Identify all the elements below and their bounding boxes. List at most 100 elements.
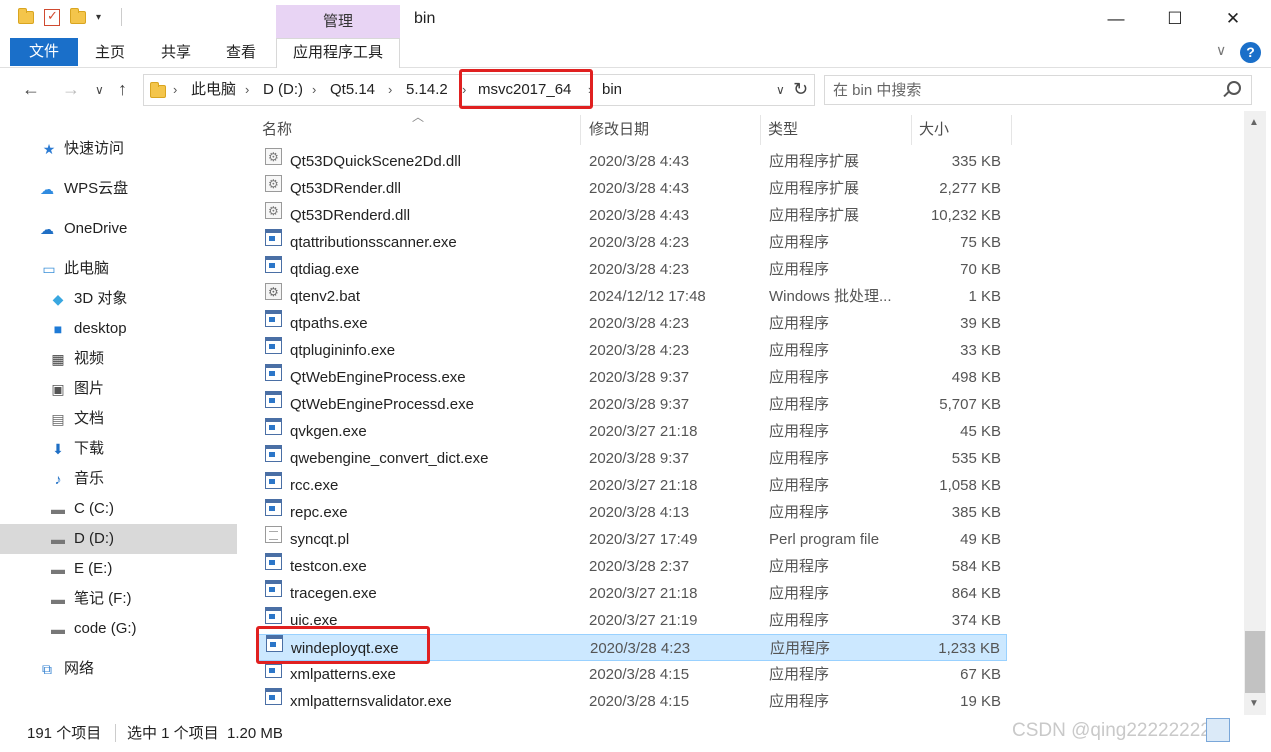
file-row[interactable]: xmlpatterns.exe 2020/3/28 4:15 应用程序 67 KB <box>257 661 1007 688</box>
sidebar-item-downloads[interactable]: ⬇ 下载 <box>0 434 237 464</box>
file-type: 应用程序 <box>769 585 830 602</box>
music-icon: ♪ <box>54 471 62 487</box>
sidebar-item-network[interactable]: ⧉ 网络 <box>0 654 237 684</box>
title-bar: ▾ 管理 bin — ☐ ✕ <box>0 0 1271 38</box>
file-type: 应用程序扩展 <box>769 180 860 197</box>
column-divider[interactable] <box>580 115 581 145</box>
scroll-down-icon[interactable]: ▼ <box>1249 698 1259 709</box>
file-row[interactable]: repc.exe 2020/3/28 4:13 应用程序 385 KB <box>257 499 1007 526</box>
window-title: bin <box>414 10 436 27</box>
column-divider[interactable] <box>1011 115 1012 145</box>
sidebar-item-videos[interactable]: ▦ 视频 <box>0 344 237 374</box>
properties-icon[interactable] <box>44 8 60 26</box>
file-row[interactable]: Qt53DRender.dll 2020/3/28 4:43 应用程序扩展 2,277… <box>257 171 1007 202</box>
file-row[interactable]: qtenv2.bat 2024/12/12 17:48 Windows 批处理...… <box>257 279 1007 310</box>
tab-view[interactable]: 查看 <box>226 38 256 68</box>
file-row[interactable]: Qt53DRenderd.dll 2020/3/28 4:43 应用程序扩展 10,2… <box>257 198 1007 229</box>
column-header-size[interactable]: 大小 <box>919 117 949 143</box>
file-row[interactable]: qtplugininfo.exe 2020/3/28 4:23 应用程序 33 KB <box>257 337 1007 364</box>
file-size: 39 KB <box>960 315 1001 332</box>
sidebar-item-drive-g[interactable]: ▬ code (G:) <box>0 614 237 644</box>
folder-icon[interactable] <box>18 7 34 24</box>
file-row[interactable]: qtpaths.exe 2020/3/28 4:23 应用程序 39 KB <box>257 310 1007 337</box>
file-row[interactable]: qvkgen.exe 2020/3/27 21:18 应用程序 45 KB <box>257 418 1007 445</box>
search-input[interactable] <box>825 76 1205 104</box>
minimize-button[interactable]: — <box>1086 6 1146 32</box>
breadcrumb-separator[interactable]: › <box>388 75 392 105</box>
drive-icon: ▬ <box>51 561 65 577</box>
sidebar-item-drive-e[interactable]: ▬ E (E:) <box>0 554 237 584</box>
sidebar-item-music[interactable]: ♪ 音乐 <box>0 464 237 494</box>
tab-file[interactable]: 文件 <box>10 38 78 66</box>
column-divider[interactable] <box>911 115 912 145</box>
tab-home[interactable]: 主页 <box>95 38 125 68</box>
file-size: 49 KB <box>960 531 1001 548</box>
recent-locations-chevron-icon[interactable]: ∨ <box>95 83 104 97</box>
vertical-scrollbar[interactable]: ▲ ▼ <box>1244 111 1266 715</box>
search-icon[interactable] <box>1227 81 1241 95</box>
breadcrumb-bin[interactable]: bin <box>602 75 622 105</box>
sidebar-item-label: 3D 对象 <box>74 290 128 307</box>
sidebar-item-documents[interactable]: ▤ 文档 <box>0 404 237 434</box>
file-row[interactable]: QtWebEngineProcess.exe 2020/3/28 9:37 应用程序… <box>257 364 1007 391</box>
sidebar-item-this-pc[interactable]: ▭ 此电脑 <box>0 254 237 284</box>
forward-arrow-icon[interactable]: → <box>62 79 80 100</box>
sidebar-item-drive-f[interactable]: ▬ 笔记 (F:) <box>0 584 237 614</box>
breadcrumb-separator[interactable]: › <box>312 75 316 105</box>
column-header-name[interactable]: 名称 <box>262 117 292 143</box>
tab-application-tools[interactable]: 应用程序工具 <box>276 38 400 68</box>
sidebar-item-wps-cloud[interactable]: ☁ WPS云盘 <box>0 174 237 204</box>
file-row[interactable]: syncqt.pl 2020/3/27 17:49 Perl program fil… <box>257 526 1007 553</box>
tab-share[interactable]: 共享 <box>161 38 191 68</box>
customize-toolbar-chevron-icon[interactable]: ▾ <box>96 12 101 23</box>
sidebar-item-quick-access[interactable]: ★ 快速访问 <box>0 134 237 164</box>
file-size: 535 KB <box>951 450 1001 467</box>
exe-file-icon <box>265 607 282 624</box>
file-size: 67 KB <box>960 666 1001 683</box>
sidebar-item-drive-c[interactable]: ▬ C (C:) <box>0 494 237 524</box>
details-view-icon[interactable] <box>1206 718 1230 742</box>
address-history-chevron-icon[interactable]: ∨ <box>776 83 785 97</box>
column-header-type[interactable]: 类型 <box>768 117 798 143</box>
file-row[interactable]: qtattributionsscanner.exe 2020/3/28 4:23 应… <box>257 229 1007 256</box>
file-row[interactable]: tracegen.exe 2020/3/27 21:18 应用程序 864 KB <box>257 580 1007 607</box>
new-folder-icon[interactable] <box>70 7 86 24</box>
scrollbar-thumb[interactable] <box>1245 631 1265 693</box>
search-box[interactable] <box>824 75 1252 105</box>
manage-context-label: 管理 <box>276 5 400 38</box>
file-row[interactable]: qtdiag.exe 2020/3/28 4:23 应用程序 70 KB <box>257 256 1007 283</box>
breadcrumb-separator[interactable]: › <box>173 75 177 105</box>
breadcrumb-version[interactable]: 5.14.2 <box>406 75 448 105</box>
breadcrumb-this-pc[interactable]: 此电脑 <box>191 75 236 105</box>
folder-icon <box>150 82 166 98</box>
exe-file-icon <box>265 445 282 462</box>
up-arrow-icon[interactable]: ↑ <box>118 79 127 100</box>
file-date-modified: 2020/3/27 21:18 <box>589 585 698 602</box>
sidebar-item-pictures[interactable]: ▣ 图片 <box>0 374 237 404</box>
back-arrow-icon[interactable]: ← <box>22 79 40 100</box>
breadcrumb-qt[interactable]: Qt5.14 <box>330 75 375 105</box>
file-row[interactable]: QtWebEngineProcessd.exe 2020/3/28 9:37 应用程… <box>257 391 1007 418</box>
breadcrumb-drive-d[interactable]: D (D:) <box>263 75 303 105</box>
text-file-icon <box>265 526 282 543</box>
close-button[interactable]: ✕ <box>1203 6 1263 32</box>
help-button[interactable]: ? <box>1240 42 1261 63</box>
scroll-up-icon[interactable]: ▲ <box>1249 117 1259 128</box>
file-row[interactable]: rcc.exe 2020/3/27 21:18 应用程序 1,058 KB <box>257 472 1007 499</box>
column-header-date[interactable]: 修改日期 <box>589 117 649 143</box>
file-row[interactable]: testcon.exe 2020/3/28 2:37 应用程序 584 KB <box>257 553 1007 580</box>
breadcrumb-separator[interactable]: › <box>245 75 249 105</box>
file-row[interactable]: xmlpatternsvalidator.exe 2020/3/28 4:15 应用… <box>257 688 1007 715</box>
cube-icon: ◆ <box>52 291 64 307</box>
sidebar-item-3d-objects[interactable]: ◆ 3D 对象 <box>0 284 237 314</box>
sidebar-item-drive-d[interactable]: ▬ D (D:) <box>0 524 237 554</box>
file-row[interactable]: qwebengine_convert_dict.exe 2020/3/28 9:3… <box>257 445 1007 472</box>
maximize-button[interactable]: ☐ <box>1145 6 1205 32</box>
column-divider[interactable] <box>760 115 761 145</box>
expand-ribbon-chevron-icon[interactable]: ∨ <box>1216 42 1226 59</box>
sidebar-item-onedrive[interactable]: ☁ OneDrive <box>0 214 237 244</box>
sidebar-item-desktop[interactable]: ■ desktop <box>0 314 237 344</box>
refresh-icon[interactable]: ↻ <box>793 79 808 100</box>
file-row[interactable]: Qt53DQuickScene2Dd.dll 2020/3/28 4:43 应用程序… <box>257 144 1007 175</box>
large-icons-view-icon[interactable] <box>1236 718 1260 742</box>
